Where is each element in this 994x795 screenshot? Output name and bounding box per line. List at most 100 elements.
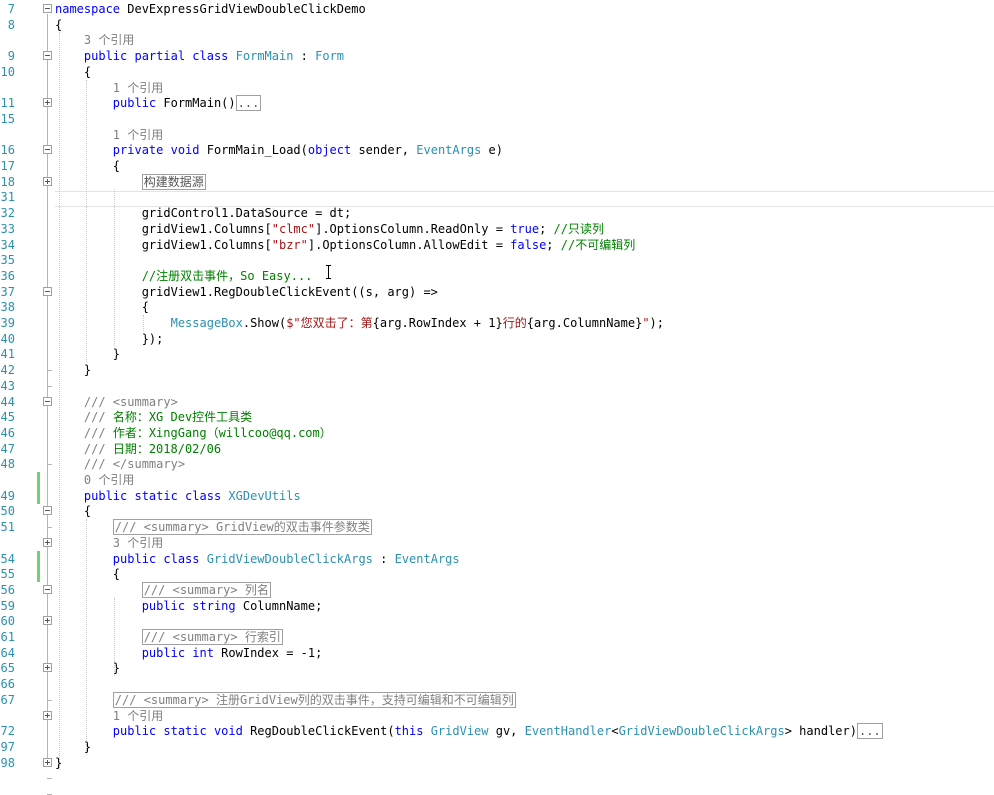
codelens-references[interactable]: 1 个引用	[55, 128, 163, 142]
code-line[interactable]: 44 /// <summary>	[0, 394, 994, 410]
code-line[interactable]: 33 gridView1.Columns["clmc"].OptionsColu…	[0, 221, 994, 237]
codelens-references[interactable]: 3 个引用	[55, 536, 163, 550]
collapse-icon[interactable]	[43, 396, 52, 406]
code-text[interactable]: public string ColumnName;	[55, 598, 323, 614]
code-text[interactable]: public partial class FormMain : Form	[55, 48, 344, 64]
code-text[interactable]: namespace DevExpressGridViewDoubleClickD…	[55, 1, 366, 17]
code-line[interactable]: 8{	[0, 17, 994, 33]
collapsed-region[interactable]: /// <summary> 列名	[141, 581, 271, 598]
collapsed-region[interactable]: /// <summary> 行索引	[141, 629, 283, 645]
expand-icon[interactable]	[43, 757, 52, 767]
code-line[interactable]: 59 public string ColumnName;	[0, 598, 994, 614]
collapsed-region[interactable]: 构建数据源	[141, 173, 206, 190]
collapse-icon[interactable]	[43, 506, 52, 516]
code-line[interactable]: 11 public FormMain()...	[0, 95, 994, 112]
code-line[interactable]: 1 个引用	[0, 80, 994, 96]
code-line[interactable]: 40 });	[0, 331, 994, 347]
code-line[interactable]: 66	[0, 676, 994, 692]
code-line[interactable]: 35	[0, 252, 994, 268]
code-text[interactable]: }	[55, 755, 62, 771]
code-line[interactable]: 15	[0, 111, 994, 127]
code-line[interactable]: 38 {	[0, 299, 994, 315]
code-line[interactable]: 0 个引用	[0, 472, 994, 488]
code-line[interactable]: 3 个引用	[0, 32, 994, 48]
code-line[interactable]: 65 }	[0, 660, 994, 676]
code-text[interactable]: 3 个引用	[55, 32, 134, 48]
expand-icon[interactable]	[43, 663, 52, 673]
code-text[interactable]: /// <summary> GridView的双击事件参数类	[55, 519, 372, 536]
code-editor[interactable]: 7 namespace DevExpressGridViewDoubleClick…	[0, 0, 994, 795]
code-text[interactable]: public static void RegDoubleClickEvent(t…	[55, 723, 883, 740]
code-line[interactable]: 9 public partial class FormMain : Form	[0, 48, 994, 64]
expand-icon[interactable]	[43, 710, 52, 720]
code-line[interactable]: 42 }	[0, 362, 994, 378]
code-line[interactable]: 72 public static void RegDoubleClickEven…	[0, 723, 994, 740]
expand-icon[interactable]	[43, 616, 52, 626]
collapsed-region[interactable]: ...	[235, 95, 262, 112]
code-text[interactable]: /// 日期：2018/02/06	[55, 441, 221, 457]
code-line[interactable]: 32 gridControl1.DataSource = dt;	[0, 205, 994, 221]
code-text[interactable]: 1 个引用	[55, 80, 163, 96]
code-text[interactable]: /// 作者：XingGang（willcoo@qq.com）	[55, 425, 332, 441]
code-text[interactable]: 0 个引用	[55, 472, 134, 488]
code-line[interactable]: 18 构建数据源	[0, 173, 994, 190]
code-text[interactable]: public int RowIndex = -1;	[55, 645, 323, 661]
code-text[interactable]: }	[55, 660, 120, 676]
code-text[interactable]: public class GridViewDoubleClickArgs : E…	[55, 551, 460, 567]
code-line[interactable]: 64 public int RowIndex = -1;	[0, 645, 994, 661]
code-line[interactable]: 98}	[0, 755, 994, 771]
code-text[interactable]: }	[55, 362, 91, 378]
collapsed-region[interactable]: ...	[856, 723, 883, 740]
collapse-icon[interactable]	[43, 584, 52, 594]
code-text[interactable]: MessageBox.Show($"您双击了：第{arg.RowIndex + …	[55, 315, 664, 331]
code-line[interactable]: 60	[0, 613, 994, 629]
code-line[interactable]: 55 {	[0, 566, 994, 583]
code-text[interactable]: }	[55, 739, 91, 755]
expand-icon[interactable]	[43, 176, 52, 186]
code-text[interactable]: /// 名称：XG Dev控件工具类	[55, 409, 252, 425]
code-line[interactable]: 47 /// 日期：2018/02/06	[0, 441, 994, 457]
expand-icon[interactable]	[43, 537, 52, 547]
code-text[interactable]: 3 个引用	[55, 535, 163, 551]
code-line[interactable]: 36 //注册双击事件，So Easy...	[0, 268, 994, 284]
code-text[interactable]: gridView1.Columns["bzr"].OptionsColumn.A…	[55, 237, 636, 253]
collapse-icon[interactable]	[43, 4, 52, 13]
codelens-references[interactable]: 1 个引用	[55, 81, 163, 95]
code-line[interactable]: 3 个引用	[0, 535, 994, 551]
code-text[interactable]: private void FormMain_Load(object sender…	[55, 142, 503, 158]
code-line[interactable]: 56 /// <summary> 列名	[0, 581, 994, 598]
code-line[interactable]: 46 /// 作者：XingGang（willcoo@qq.com）	[0, 425, 994, 441]
code-line[interactable]: 41 }	[0, 346, 994, 362]
code-line[interactable]: 16 private void FormMain_Load(object sen…	[0, 142, 994, 158]
code-line[interactable]: 45 /// 名称：XG Dev控件工具类	[0, 409, 994, 425]
code-text[interactable]: gridControl1.DataSource = dt;	[55, 205, 352, 221]
code-text[interactable]: /// <summary> 注册GridView列的双击事件，支持可编辑和不可编…	[55, 691, 516, 708]
code-text[interactable]: 1 个引用	[55, 127, 163, 143]
code-line[interactable]: 7 namespace DevExpressGridViewDoubleClick…	[0, 1, 994, 17]
code-text[interactable]: }	[55, 346, 120, 362]
code-line[interactable]: 39 MessageBox.Show($"您双击了：第{arg.RowIndex…	[0, 315, 994, 331]
code-text[interactable]: {	[55, 299, 149, 315]
code-text[interactable]: //注册双击事件，So Easy...	[55, 268, 313, 284]
collapse-icon[interactable]	[43, 145, 52, 155]
code-line[interactable]: 1 个引用	[0, 127, 994, 143]
code-line[interactable]: 50 {	[0, 503, 994, 519]
codelens-references[interactable]: 1 个引用	[55, 709, 163, 723]
code-text[interactable]: gridView1.RegDoubleClickEvent((s, arg) =…	[55, 284, 438, 300]
code-text[interactable]: });	[55, 331, 164, 347]
code-text[interactable]: public static class XGDevUtils	[55, 488, 301, 504]
code-line[interactable]: 31	[0, 189, 994, 205]
code-line[interactable]: 67 /// <summary> 注册GridView列的双击事件，支持可编辑和…	[0, 691, 994, 708]
code-line[interactable]: 54 public class GridViewDoubleClickArgs …	[0, 550, 994, 567]
collapsed-region[interactable]: /// <summary> GridView的双击事件参数类	[112, 519, 372, 536]
code-line[interactable]: 51 /// <summary> GridView的双击事件参数类	[0, 519, 994, 536]
code-text[interactable]: {	[55, 64, 91, 80]
collapse-icon[interactable]	[43, 286, 52, 296]
code-line[interactable]: 43	[0, 378, 994, 394]
code-text[interactable]: public FormMain()...	[55, 95, 262, 112]
code-line[interactable]: 61 /// <summary> 行索引	[0, 629, 994, 645]
code-text[interactable]: 1 个引用	[55, 708, 163, 724]
collapsed-region[interactable]: /// <summary> 注册GridView列的双击事件，支持可编辑和不可编…	[112, 691, 516, 708]
code-text[interactable]: {	[55, 503, 91, 519]
code-text[interactable]: /// <summary> 行索引	[55, 629, 283, 645]
